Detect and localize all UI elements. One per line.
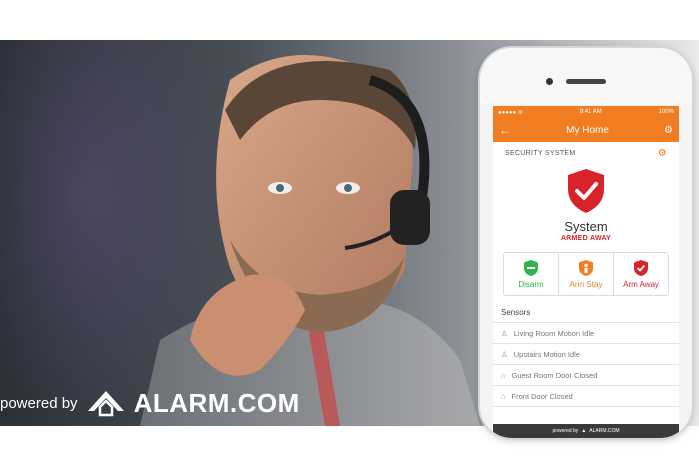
app-bar: ← My Home ⚙	[493, 118, 679, 142]
app-title: My Home	[566, 124, 609, 136]
sensor-label: Guest Room Door Closed	[511, 370, 598, 380]
footer-powered: powered by	[552, 428, 579, 434]
shield-check-small-icon	[634, 260, 648, 276]
person-icon: ♙	[501, 349, 508, 359]
arm-controls: Disarm Arm Stay Arm Away	[503, 252, 669, 296]
brand-wordmark: ALARM.COM	[133, 387, 300, 418]
phone-top-bezel	[480, 48, 692, 104]
sensor-row[interactable]: ⌂ Guest Room Door Closed	[493, 365, 679, 386]
arm-away-label: Arm Away	[623, 280, 659, 289]
sensor-row[interactable]: ♙ Living Room Motion Idle	[493, 323, 679, 344]
app-screen: ●●●●● ≋ 9:41 AM 100% ← My Home ⚙ SECURIT…	[493, 106, 679, 438]
armed-state: ARMED AWAY	[560, 235, 612, 242]
footer-logo-icon: ▲	[581, 428, 587, 434]
shield-person-icon	[579, 260, 593, 276]
sensor-row[interactable]: ⌂ Front Door Closed	[493, 386, 679, 407]
shield-container	[497, 167, 675, 215]
system-label: System	[564, 219, 608, 234]
phone-mockup: ●●●●● ≋ 9:41 AM 100% ← My Home ⚙ SECURIT…	[480, 48, 692, 438]
arm-stay-button[interactable]: Arm Stay	[559, 253, 614, 295]
status-time: 9:41 AM	[579, 109, 602, 115]
arm-away-button[interactable]: Arm Away	[614, 253, 668, 295]
gear-icon[interactable]: ⚙	[658, 148, 667, 159]
security-card: SECURITY SYSTEM ⚙ System ARMED AWAY Disa…	[497, 142, 675, 296]
battery-level: 100%	[658, 109, 674, 115]
security-header: SECURITY SYSTEM ⚙	[497, 142, 675, 163]
headset-person-illustration	[140, 55, 480, 426]
alarm-logo-icon	[87, 391, 124, 417]
disarm-label: Disarm	[518, 280, 544, 289]
security-title: SECURITY SYSTEM	[505, 150, 576, 157]
powered-by-label: powered by	[0, 394, 78, 412]
shield-minus-icon	[524, 260, 538, 276]
settings-icon[interactable]: ⚙	[664, 125, 673, 136]
sensor-label: Upstairs Motion Idle	[513, 349, 581, 359]
disarm-button[interactable]: Disarm	[504, 253, 559, 295]
status-bar: ●●●●● ≋ 9:41 AM 100%	[493, 106, 679, 118]
sensor-row[interactable]: ♙ Upstairs Motion Idle	[493, 344, 679, 365]
app-footer: powered by ▲ ALARM.COM	[493, 424, 679, 438]
sensors-header: Sensors	[493, 296, 679, 323]
arm-stay-label: Arm Stay	[569, 280, 603, 289]
sensor-label: Living Room Motion Idle	[513, 328, 595, 338]
speaker-grille	[566, 79, 606, 84]
signal-icon: ●●●●● ≋	[498, 109, 523, 116]
footer-brand: ALARM.COM	[589, 428, 620, 434]
camera-dot	[546, 78, 553, 85]
door-tag-icon: ⌂	[501, 370, 506, 380]
person-icon: ♙	[501, 328, 508, 338]
sensor-label: Front Door Closed	[511, 391, 573, 401]
powered-by-brand: powered by ALARM.COM	[0, 385, 300, 421]
back-arrow-icon[interactable]: ←	[499, 123, 511, 137]
shield-check-icon	[568, 169, 604, 213]
door-tag-icon: ⌂	[501, 391, 506, 401]
